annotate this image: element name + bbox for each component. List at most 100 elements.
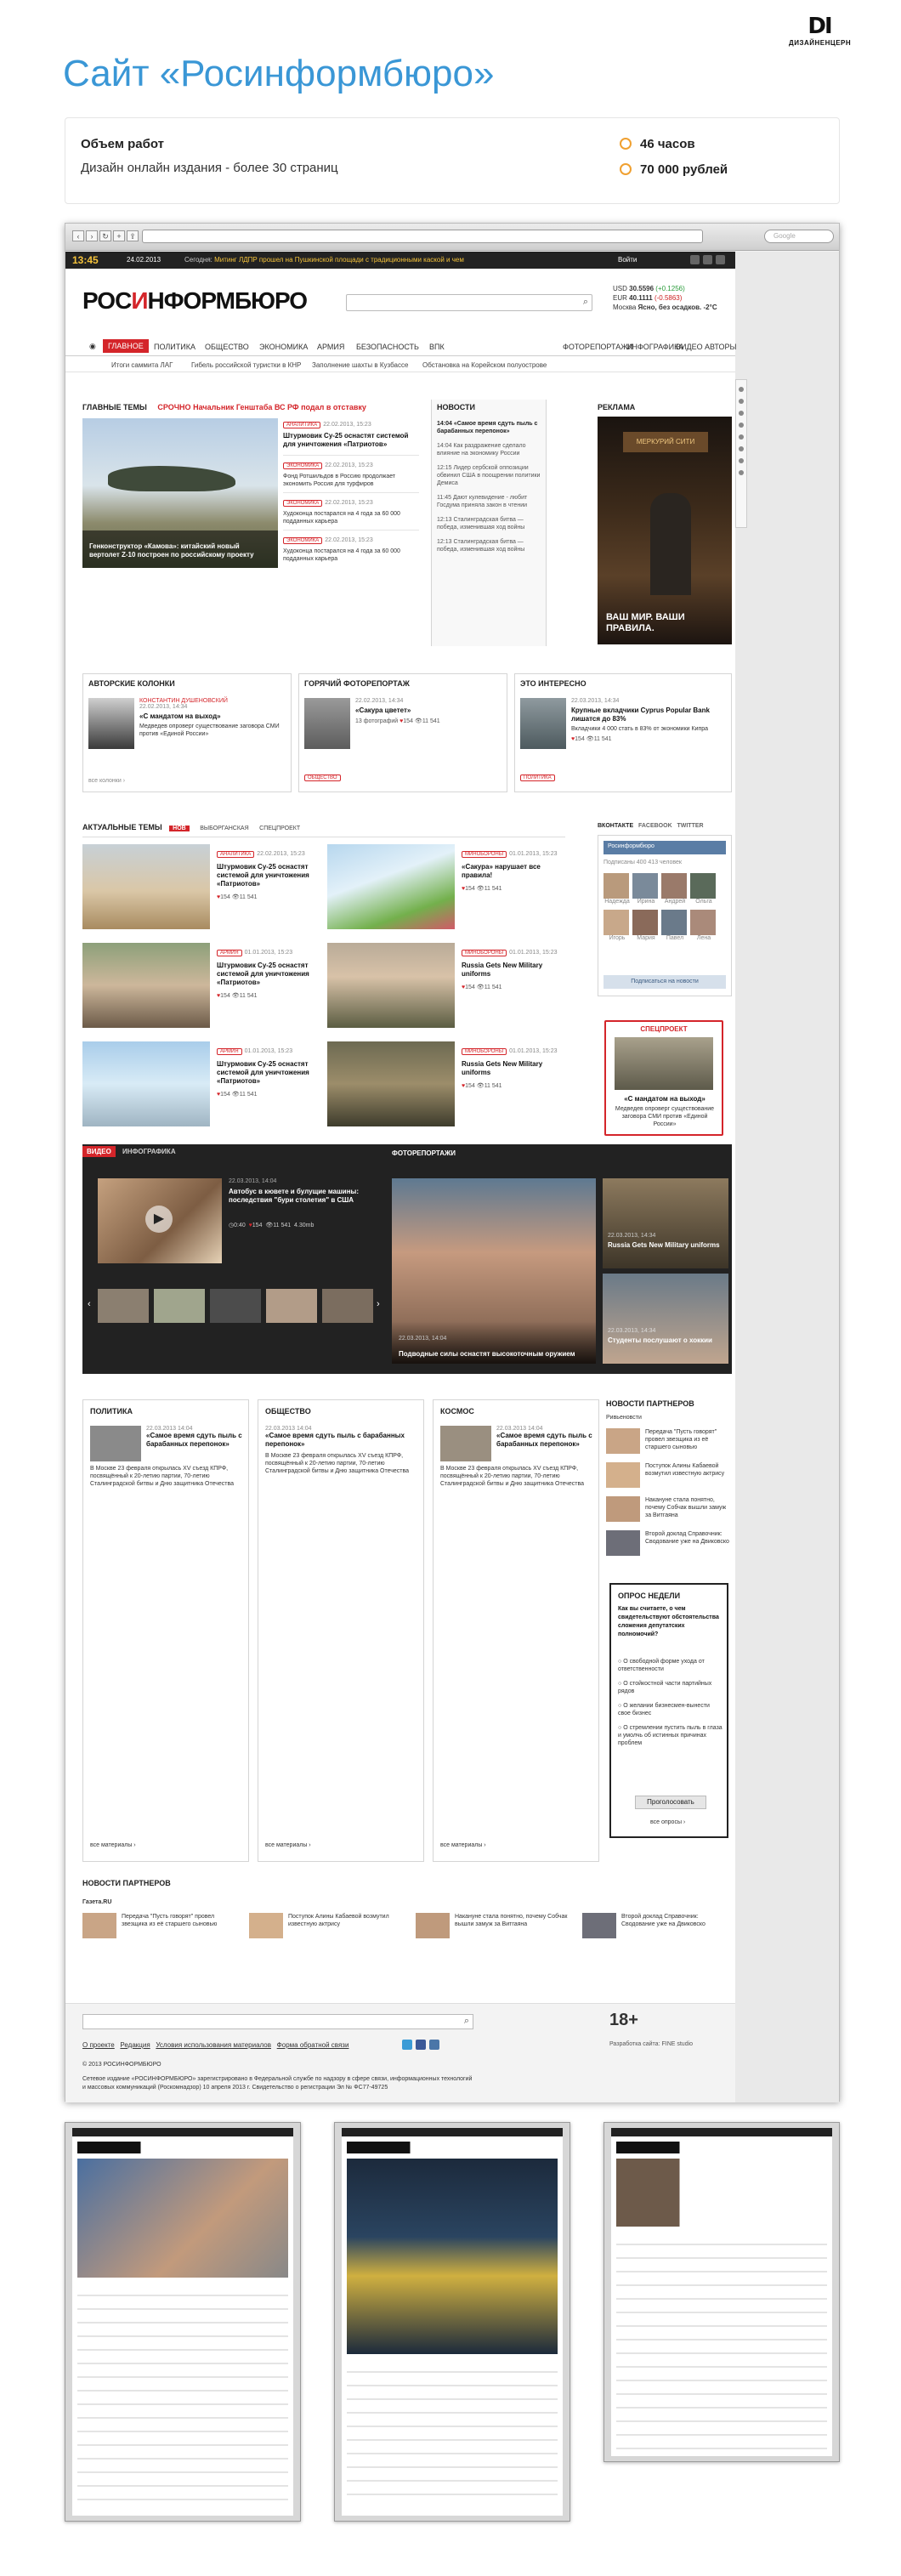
partner-item[interactable]: Поступок Алины Кабаевой возмутил известн… (606, 1462, 732, 1496)
topic-card[interactable]: МИНОБОРОНЫ 01.01.2013, 15:23 «Сакура» нар… (327, 844, 565, 938)
photo-side-2[interactable]: 22.03.2013, 14:34 Студенты послушают о х… (603, 1274, 728, 1364)
topic-title[interactable]: «Сакура» нарушает все правила! (462, 863, 564, 880)
main-item[interactable]: ЭКОНОМИКА 22.02.2013, 15:23 Худоконца пос… (283, 493, 419, 531)
video-preview[interactable]: ▶ (98, 1178, 222, 1263)
hot-photo-tag[interactable]: ОБЩЕСТВО (304, 775, 341, 781)
topic-image[interactable] (82, 943, 210, 1028)
globe-icon[interactable]: ◉ (89, 342, 96, 351)
item-title[interactable]: Фонд Ротшильдов в Россию продолжает экон… (283, 473, 419, 488)
friend-avatar[interactable]: Ольга (690, 873, 717, 905)
news-item[interactable]: 14:04 «Самое время сдуть пыль с барабанн… (437, 420, 542, 435)
toolbar-icon[interactable] (739, 446, 744, 451)
radio-icon[interactable]: ○ (618, 1725, 621, 1731)
subscribe-button[interactable]: Подписаться на новости (604, 975, 726, 989)
site-search-input[interactable]: ⌕ (346, 294, 592, 311)
poll-option[interactable]: ○ О свободной форме ухода от ответственн… (618, 1658, 723, 1673)
page-preview-2[interactable] (334, 2122, 570, 2522)
vote-button[interactable]: Проголосовать (635, 1796, 706, 1809)
all-polls-link[interactable]: все опросы › (650, 1819, 685, 1825)
subnav-item[interactable]: Гибель российской туристки в КНР (191, 361, 301, 369)
facebook-icon[interactable] (416, 2040, 426, 2050)
browser-search-field[interactable]: Google (764, 230, 834, 243)
topic-image[interactable] (82, 1041, 210, 1126)
topic-tag[interactable]: МИНОБОРОНЫ (462, 851, 507, 858)
topic-image[interactable] (327, 844, 455, 929)
hot-photo-title[interactable]: «Сакура цветет» (355, 706, 500, 715)
vk-icon[interactable] (429, 2040, 439, 2050)
topic-image[interactable] (82, 844, 210, 929)
topics-tab[interactable]: СПЕЦПРОЕКТ (259, 826, 300, 831)
footer-link[interactable]: О проекте (82, 2041, 115, 2049)
poll-option[interactable]: ○ О стремлении пустить пыль в глаза и ум… (618, 1724, 723, 1747)
footer-search-input[interactable]: ⌕ (82, 2014, 473, 2029)
subnav-item[interactable]: Обстановка на Корейском полуострове (422, 361, 547, 369)
radio-icon[interactable]: ○ (618, 1703, 621, 1709)
hot-photo-image[interactable] (304, 698, 350, 749)
toolbar-icon[interactable] (739, 434, 744, 440)
topic-tag[interactable]: АНАЛИТИКА (217, 851, 255, 858)
nav-item-video[interactable]: ВИДЕО (676, 343, 703, 351)
partner-item[interactable]: Накануне стала понятно, почему Собчак вы… (606, 1496, 732, 1530)
facebook-icon[interactable] (703, 255, 712, 264)
all-columns-link[interactable]: все колонки › (88, 778, 125, 784)
address-bar[interactable] (142, 230, 703, 243)
friend-avatar[interactable]: Павел (661, 910, 688, 941)
nav-item-security[interactable]: БЕЗОПАСНОСТЬ (356, 343, 419, 351)
nav-item-vpk[interactable]: ВПК (429, 343, 445, 351)
social-tab-facebook[interactable]: FACEBOOK (638, 823, 672, 829)
footer-link[interactable]: Условия использования материалов (156, 2041, 271, 2049)
toolbar-icon[interactable] (739, 411, 744, 416)
toolbar-icon[interactable] (739, 423, 744, 428)
article-thumb[interactable] (90, 1426, 141, 1461)
page-preview-3[interactable] (604, 2122, 840, 2462)
topic-card[interactable]: МИНОБОРОНЫ 01.01.2013, 15:23 Russia Gets … (327, 1041, 565, 1135)
infographic-tab[interactable]: ИНФОГРАФИКА (122, 1148, 176, 1155)
partner-item[interactable]: Второй доклад Справочник: Сводование уже… (606, 1530, 732, 1564)
lead-caption[interactable]: Генконструктор «Камова»: китайский новый… (89, 542, 268, 559)
forward-icon[interactable]: › (86, 230, 98, 241)
special-project[interactable]: СПЕЦПРОЕКТ «С мандатом на выход» Медведе… (604, 1020, 723, 1136)
video-thumb[interactable] (154, 1289, 205, 1323)
partner-item[interactable]: Поступок Алины Кабаевой возмутил известн… (249, 1913, 402, 1938)
friend-avatar[interactable]: Надежда (604, 873, 631, 905)
main-item[interactable]: АНАЛИТИКА 22.02.2013, 15:23 Штурмовик Су-… (283, 418, 419, 456)
footer-link[interactable]: Редакция (120, 2041, 150, 2049)
partner-item[interactable]: Второй доклад Справочник: Сводование уже… (582, 1913, 732, 1938)
subnav-item[interactable]: Заполнение шахты в Кузбассе (312, 361, 408, 369)
partner-item[interactable]: Передача "Пусть говорят" провел звезщика… (606, 1428, 732, 1462)
topic-image[interactable] (327, 943, 455, 1028)
twitter-icon[interactable] (402, 2040, 412, 2050)
topic-title[interactable]: Штурмовик Су-25 оснастят системой для ун… (217, 1060, 319, 1086)
search-icon[interactable]: ⌕ (583, 297, 588, 308)
special-title[interactable]: «С мандатом на выход» (613, 1095, 717, 1104)
item-tag[interactable]: ЭКОНОМИКА (283, 537, 323, 544)
nav-item-authors[interactable]: АВТОРЫ (705, 343, 736, 351)
partner-item[interactable]: Передача "Пусть говорят" провел звезщика… (82, 1913, 235, 1938)
video-tab[interactable]: ВИДЕО (82, 1146, 116, 1157)
column-title[interactable]: «С мандатом на выход» (139, 712, 284, 721)
photo-main-image[interactable]: 22.03.2013, 14:04 Подводные силы оснастя… (392, 1178, 596, 1364)
video-title[interactable]: Автобус в кювете и булущие машины: после… (229, 1188, 373, 1205)
developer-credit[interactable]: Разработка сайта: FINE studio (609, 2041, 693, 2047)
nav-item-photo[interactable]: ФОТОРЕПОРТАЖИ (563, 343, 633, 351)
topic-tag[interactable]: МИНОБОРОНЫ (462, 1048, 507, 1055)
special-image[interactable] (615, 1037, 713, 1090)
topic-card[interactable]: АРМИЯ 01.01.2013, 15:23 Штурмовик Су-25 о… (82, 1041, 320, 1135)
friend-avatar[interactable]: Андрей (661, 873, 688, 905)
news-item[interactable]: 12:13 Сталинградская битва — победа, изм… (437, 538, 542, 553)
site-logo[interactable]: РОСИНФОРМБЮРО (82, 287, 308, 315)
ad-banner[interactable]: МЕРКУРИЙ СИТИ ВАШ МИР. ВАШИ ПРАВИЛА. (598, 417, 732, 644)
topic-card[interactable]: МИНОБОРОНЫ 01.01.2013, 15:23 Russia Gets … (327, 943, 565, 1036)
video-thumb[interactable] (210, 1289, 261, 1323)
next-arrow-icon[interactable]: › (377, 1299, 380, 1309)
nav-item-politics[interactable]: ПОЛИТИКА (154, 343, 196, 351)
lead-image[interactable]: Генконструктор «Камова»: китайский новый… (82, 418, 278, 568)
toolbar-icon[interactable] (739, 470, 744, 475)
video-thumb[interactable] (98, 1289, 149, 1323)
item-tag[interactable]: ЭКОНОМИКА (283, 462, 323, 469)
video-thumb[interactable] (266, 1289, 317, 1323)
twitter-icon[interactable] (690, 255, 700, 264)
item-title[interactable]: Худоконца постарался на 4 года за 60 000… (283, 510, 419, 525)
news-item[interactable]: 12:13 Сталинградская битва — победа, изм… (437, 516, 542, 531)
toolbar-icon[interactable] (739, 399, 744, 404)
